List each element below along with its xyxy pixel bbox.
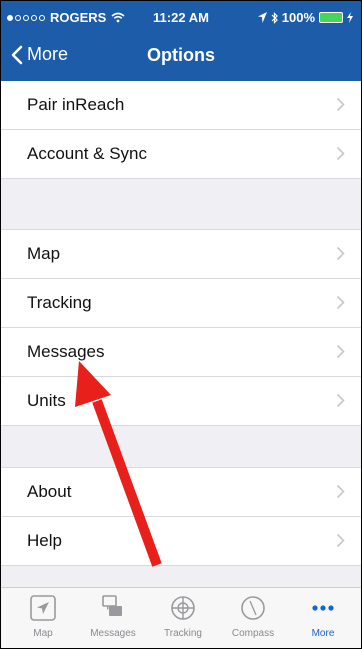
chevron-right-icon (336, 344, 345, 359)
option-help[interactable]: Help (1, 517, 361, 566)
wifi-icon (111, 12, 125, 23)
charging-icon (347, 12, 353, 23)
chevron-right-icon (336, 146, 345, 161)
tracking-icon (171, 596, 195, 620)
carrier-name: ROGERS (50, 10, 107, 25)
option-pair-inreach[interactable]: Pair inReach (1, 81, 361, 130)
option-about[interactable]: About (1, 468, 361, 517)
signal-dots-icon (7, 14, 45, 21)
option-label: About (27, 482, 72, 501)
option-label: Messages (27, 342, 105, 361)
option-map[interactable]: Map (1, 230, 361, 279)
option-label: Account & Sync (27, 144, 148, 163)
location-arrow-icon (257, 12, 267, 23)
option-label: Help (27, 531, 62, 550)
option-tracking[interactable]: Tracking (1, 279, 361, 328)
option-account-sync[interactable]: Account & Sync (1, 130, 361, 179)
option-label: Map (27, 244, 61, 263)
tab-label: Compass (231, 628, 275, 639)
option-messages[interactable]: Messages (1, 328, 361, 377)
tab-bar: Map Messages Tracking Compass More (1, 587, 361, 648)
option-label: Tracking (27, 293, 92, 312)
option-units[interactable]: Units (1, 377, 361, 426)
map-arrow-icon (30, 595, 56, 621)
chevron-left-icon (11, 45, 23, 64)
chevron-right-icon (336, 295, 345, 310)
chevron-right-icon (336, 484, 345, 499)
status-bar: ROGERS 11:22 AM 100% (1, 1, 361, 35)
tab-label: More (311, 628, 335, 639)
nav-bar: More Options (1, 35, 361, 81)
more-icon (312, 605, 334, 611)
messages-icon (102, 595, 122, 616)
tab-tracking[interactable]: Tracking (151, 594, 215, 639)
phone-screen: ROGERS 11:22 AM 100% More Options Pair i… (0, 0, 362, 649)
chevron-right-icon (336, 246, 345, 261)
carrier-info: ROGERS (7, 10, 125, 25)
tab-map[interactable]: Map (11, 594, 75, 639)
section-separator (1, 426, 361, 468)
back-button[interactable]: More (11, 44, 68, 65)
option-label: Units (27, 391, 66, 410)
tab-compass[interactable]: Compass (221, 594, 285, 639)
options-list: Pair inReach Account & Sync Map Tracking… (1, 81, 361, 566)
battery-icon (319, 12, 343, 23)
tab-more[interactable]: More (291, 594, 355, 639)
bluetooth-icon (271, 11, 278, 24)
compass-icon (241, 596, 265, 620)
tab-label: Map (33, 628, 53, 639)
tab-label: Messages (90, 628, 136, 639)
chevron-right-icon (336, 533, 345, 548)
back-label: More (27, 44, 69, 64)
chevron-right-icon (336, 97, 345, 112)
chevron-right-icon (336, 393, 345, 408)
status-right: 100% (257, 10, 353, 25)
section-separator (1, 179, 361, 230)
tab-messages[interactable]: Messages (81, 594, 145, 639)
battery-percent: 100% (281, 10, 315, 25)
option-label: Pair inReach (27, 95, 125, 114)
header: ROGERS 11:22 AM 100% More Options (1, 1, 361, 81)
tab-label: Tracking (164, 628, 202, 639)
